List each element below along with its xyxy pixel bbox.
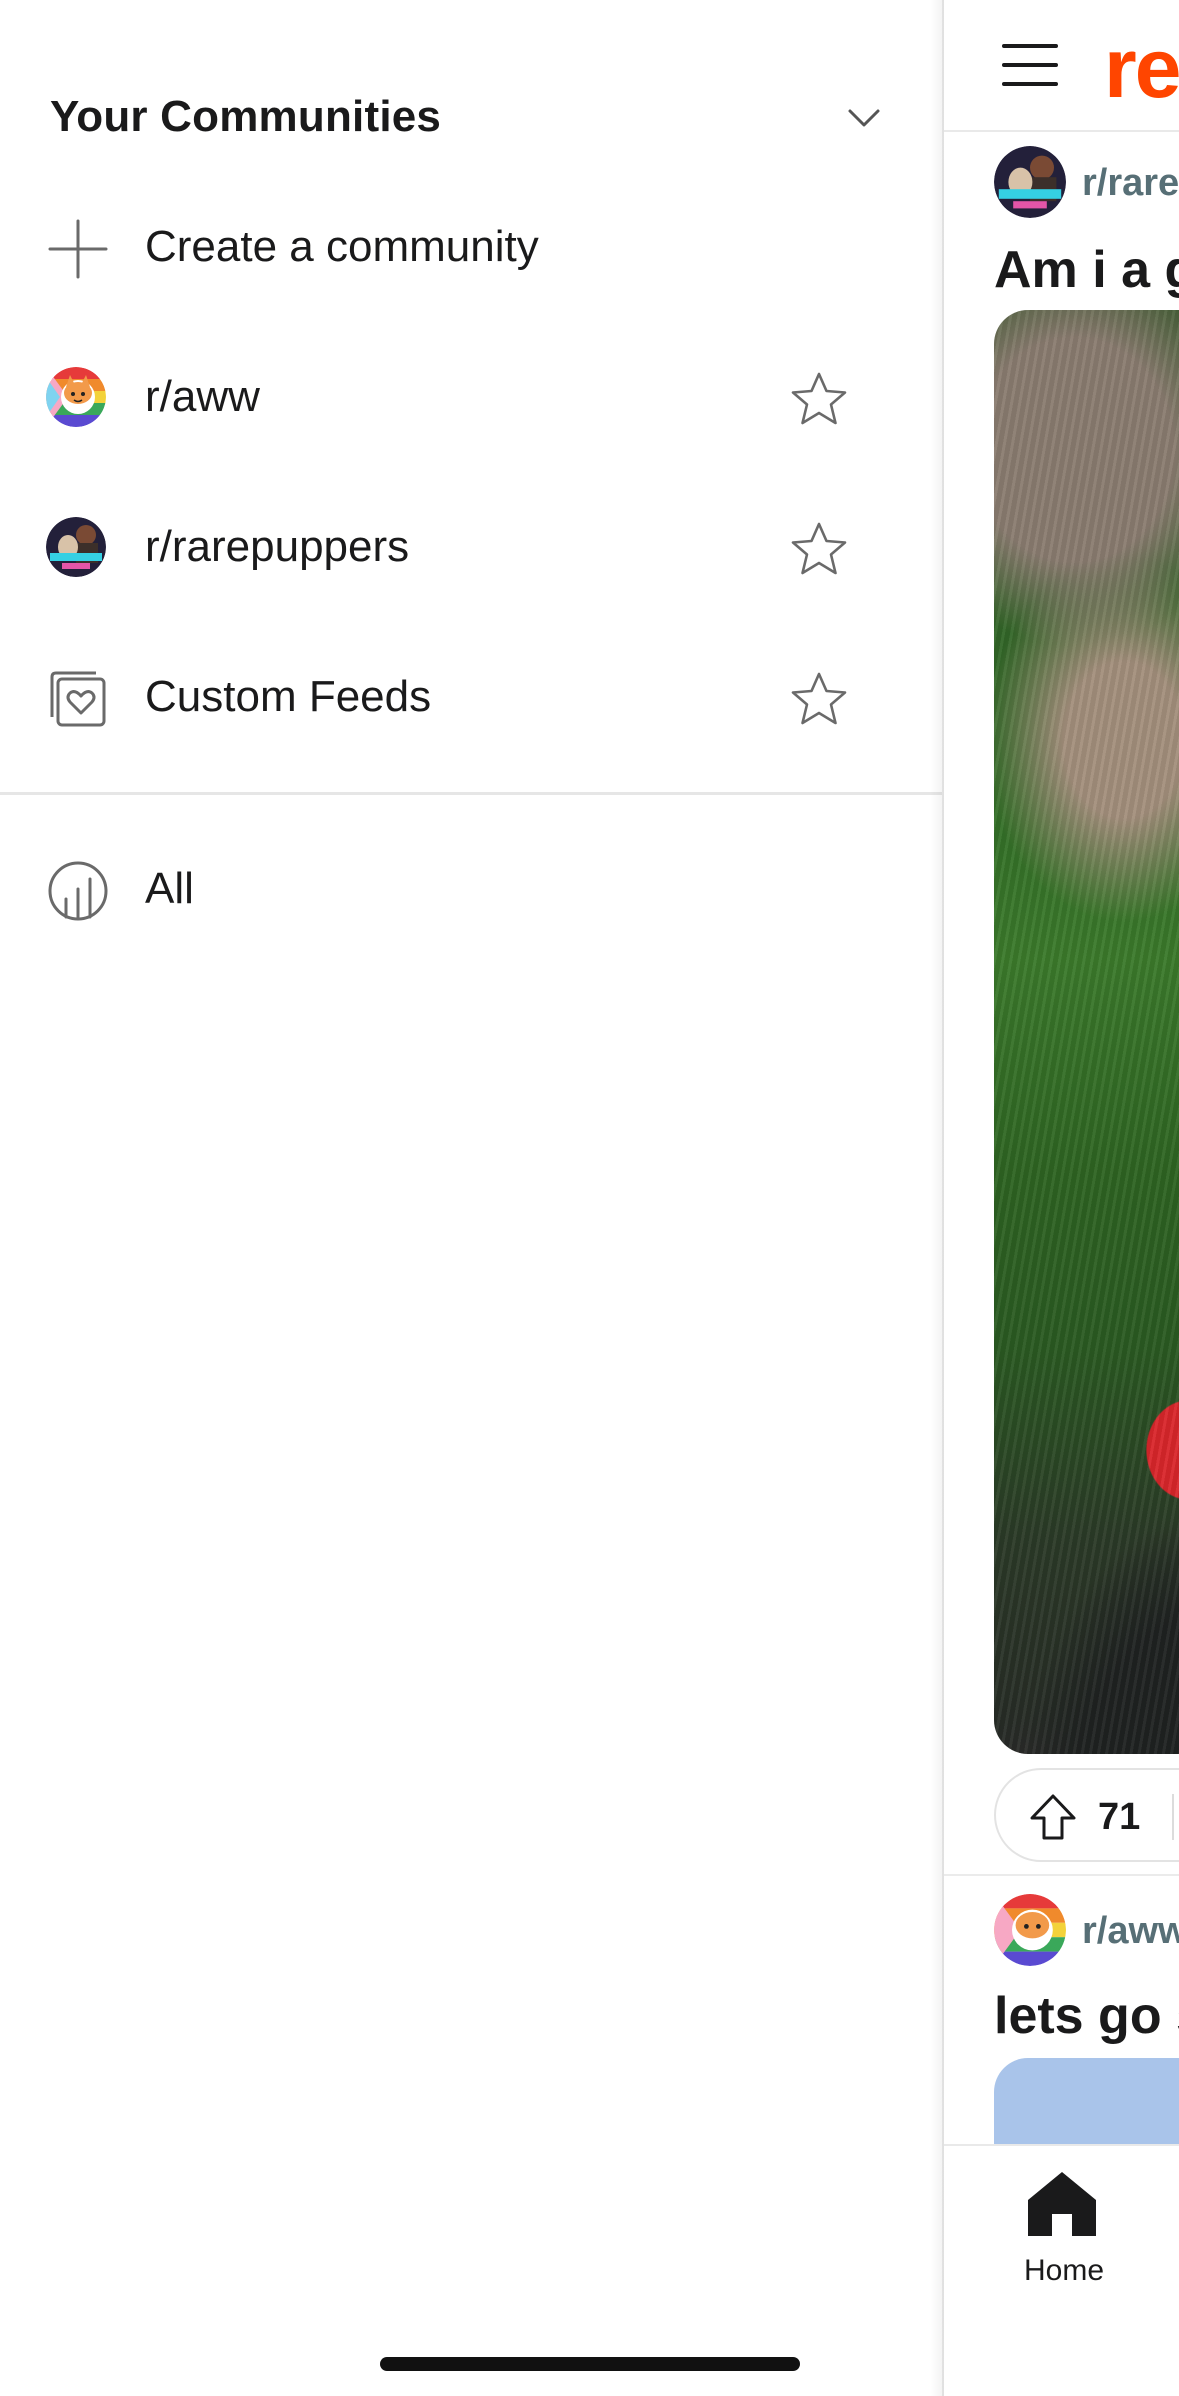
sidebar-item-rarepuppers[interactable]: r/rarepuppers [0, 472, 942, 622]
reddit-logo[interactable]: re [1104, 20, 1179, 117]
post-image[interactable] [994, 310, 1179, 1754]
all-chart-icon [48, 861, 108, 921]
star-icon[interactable] [790, 671, 848, 727]
rarepuppers-avatar [994, 146, 1066, 218]
plus-icon [48, 219, 108, 279]
sidebar-item-custom-feeds[interactable]: Custom Feeds [0, 622, 942, 772]
post-header[interactable]: r/rare [994, 146, 1179, 226]
create-community-button[interactable]: Create a community [0, 172, 942, 322]
home-icon[interactable] [1024, 2168, 1100, 2240]
section-divider [0, 792, 942, 795]
sidebar-item-label: All [145, 864, 194, 913]
star-icon[interactable] [790, 521, 848, 577]
star-icon[interactable] [790, 371, 848, 427]
section-title: Your Communities [50, 92, 442, 141]
create-community-label: Create a community [145, 222, 539, 271]
post-subreddit[interactable]: r/aww [1082, 1910, 1179, 1953]
rarepuppers-avatar [46, 517, 110, 581]
sidebar-item-label: r/rarepuppers [145, 522, 410, 571]
bottom-nav: Home [944, 2144, 1179, 2396]
aww-avatar [46, 367, 110, 431]
post-divider [944, 1874, 1179, 1876]
your-communities-header[interactable]: Your Communities [0, 70, 942, 160]
aww-avatar [994, 1894, 1066, 1966]
post-subreddit[interactable]: r/rare [1082, 162, 1179, 205]
sidebar-item-label: r/aww [145, 372, 260, 421]
screen: Your Communities Create a community r/aw… [0, 0, 1179, 2396]
top-bar: re [944, 0, 1179, 132]
sidebar-item-aww[interactable]: r/aww [0, 322, 942, 472]
home-indicator [380, 2357, 800, 2371]
post-header[interactable]: r/aww [994, 1894, 1179, 1974]
menu-icon[interactable] [1002, 42, 1058, 88]
custom-feeds-icon [50, 671, 106, 727]
sidebar-item-all[interactable]: All [0, 814, 942, 964]
chevron-down-icon[interactable] [842, 96, 886, 140]
upvote-count: 71 [1098, 1796, 1141, 1838]
image-texture [994, 310, 1179, 1754]
post-title[interactable]: lets go s [994, 1986, 1179, 2046]
side-drawer: Your Communities Create a community r/aw… [0, 0, 942, 2396]
drawer-shadow [930, 0, 944, 2396]
sidebar-item-label: Custom Feeds [145, 672, 432, 721]
upvote-icon[interactable] [1028, 1792, 1078, 1842]
post-title[interactable]: Am i a g [994, 240, 1179, 300]
tab-home-label[interactable]: Home [1004, 2254, 1124, 2288]
vote-separator [1172, 1794, 1174, 1840]
vote-pill: 71 [994, 1768, 1179, 1862]
home-feed: re r/rare Am i a g 71 r/aww lets go Home [942, 0, 1179, 2396]
